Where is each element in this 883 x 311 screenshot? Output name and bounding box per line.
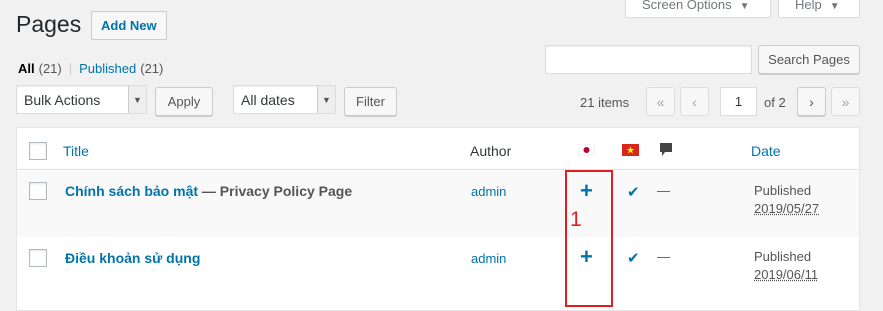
filter-button[interactable]: Filter	[344, 87, 397, 116]
row-title-text[interactable]: Chính sách bảo mật	[65, 183, 198, 199]
dates-value: All dates	[241, 91, 295, 108]
current-page-input[interactable]: 1	[720, 87, 757, 116]
add-new-button[interactable]: Add New	[91, 11, 167, 40]
items-count: 21 items	[580, 95, 630, 110]
dates-select[interactable]: All dates ▼	[233, 85, 336, 114]
bulk-actions-value: Bulk Actions	[24, 91, 101, 108]
filter-separator: |	[68, 61, 73, 76]
pages-table: Title Author Date Chính sách bảo mật — P…	[16, 127, 860, 311]
caret-down-icon: ▼	[829, 1, 840, 12]
help-label: Help	[795, 0, 822, 12]
row-date: Published 2019/05/27	[754, 182, 819, 218]
row-checkbox[interactable]	[29, 249, 47, 267]
search-pages-button[interactable]: Search Pages	[758, 45, 860, 74]
comment-count-empty: —	[657, 249, 670, 264]
bulk-actions-select[interactable]: Bulk Actions ▼	[16, 85, 147, 114]
filter-all-count: (21)	[38, 61, 62, 76]
screen-options-tab[interactable]: Screen Options ▼	[625, 0, 771, 18]
row-title-text[interactable]: Điều khoản sử dụng	[65, 250, 200, 266]
row-status: Published	[754, 249, 812, 264]
filter-all-link[interactable]: All	[18, 61, 35, 76]
total-pages: of 2	[764, 95, 786, 110]
last-page-button: »	[831, 87, 860, 116]
filter-published-link[interactable]: Published	[79, 61, 136, 76]
chevron-down-icon: ▼	[128, 86, 146, 113]
row-author-link[interactable]: admin	[471, 251, 506, 266]
comment-bubble-icon	[660, 143, 672, 156]
prev-page-button: ‹	[680, 87, 709, 116]
help-tab[interactable]: Help ▼	[778, 0, 860, 18]
flag-jp-icon	[578, 144, 595, 156]
row-date: Published 2019/06/11	[754, 248, 818, 284]
table-row: Chính sách bảo mật — Privacy Policy Page…	[17, 171, 859, 237]
status-filters: All (21) | Published (21)	[18, 61, 163, 76]
annotation-number: 1	[570, 208, 582, 231]
column-date-sort[interactable]: Date	[751, 143, 781, 159]
first-page-button: «	[646, 87, 675, 116]
row-status: Published	[754, 183, 812, 198]
annotation-highlight-box	[565, 170, 613, 307]
row-date-value: 2019/05/27	[754, 201, 820, 216]
filter-published-count: (21)	[140, 61, 164, 76]
page-title: Pages	[16, 11, 82, 37]
row-author-link[interactable]: admin	[471, 184, 506, 199]
caret-down-icon: ▼	[739, 1, 750, 12]
column-title-sort[interactable]: Title	[63, 143, 89, 159]
row-title-link[interactable]: Điều khoản sử dụng	[65, 250, 200, 266]
screen-options-label: Screen Options	[642, 0, 732, 12]
comment-count-empty: —	[657, 183, 670, 198]
checkmark-icon[interactable]: ✔	[627, 183, 640, 201]
next-page-button[interactable]: ›	[797, 87, 826, 116]
apply-button[interactable]: Apply	[155, 87, 213, 116]
row-checkbox[interactable]	[29, 182, 47, 200]
row-date-value: 2019/06/11	[754, 267, 819, 282]
post-state: — Privacy Policy Page	[198, 183, 353, 199]
table-header: Title Author Date	[17, 128, 859, 170]
column-author: Author	[470, 143, 512, 159]
row-title-link[interactable]: Chính sách bảo mật — Privacy Policy Page	[65, 183, 352, 199]
search-input[interactable]	[545, 45, 752, 74]
table-row: Điều khoản sử dụng admin + ✔ — Published…	[17, 237, 859, 303]
checkmark-icon[interactable]: ✔	[627, 249, 640, 267]
chevron-down-icon: ▼	[317, 86, 335, 113]
select-all-checkbox[interactable]	[29, 142, 47, 160]
flag-vn-icon	[622, 144, 639, 156]
